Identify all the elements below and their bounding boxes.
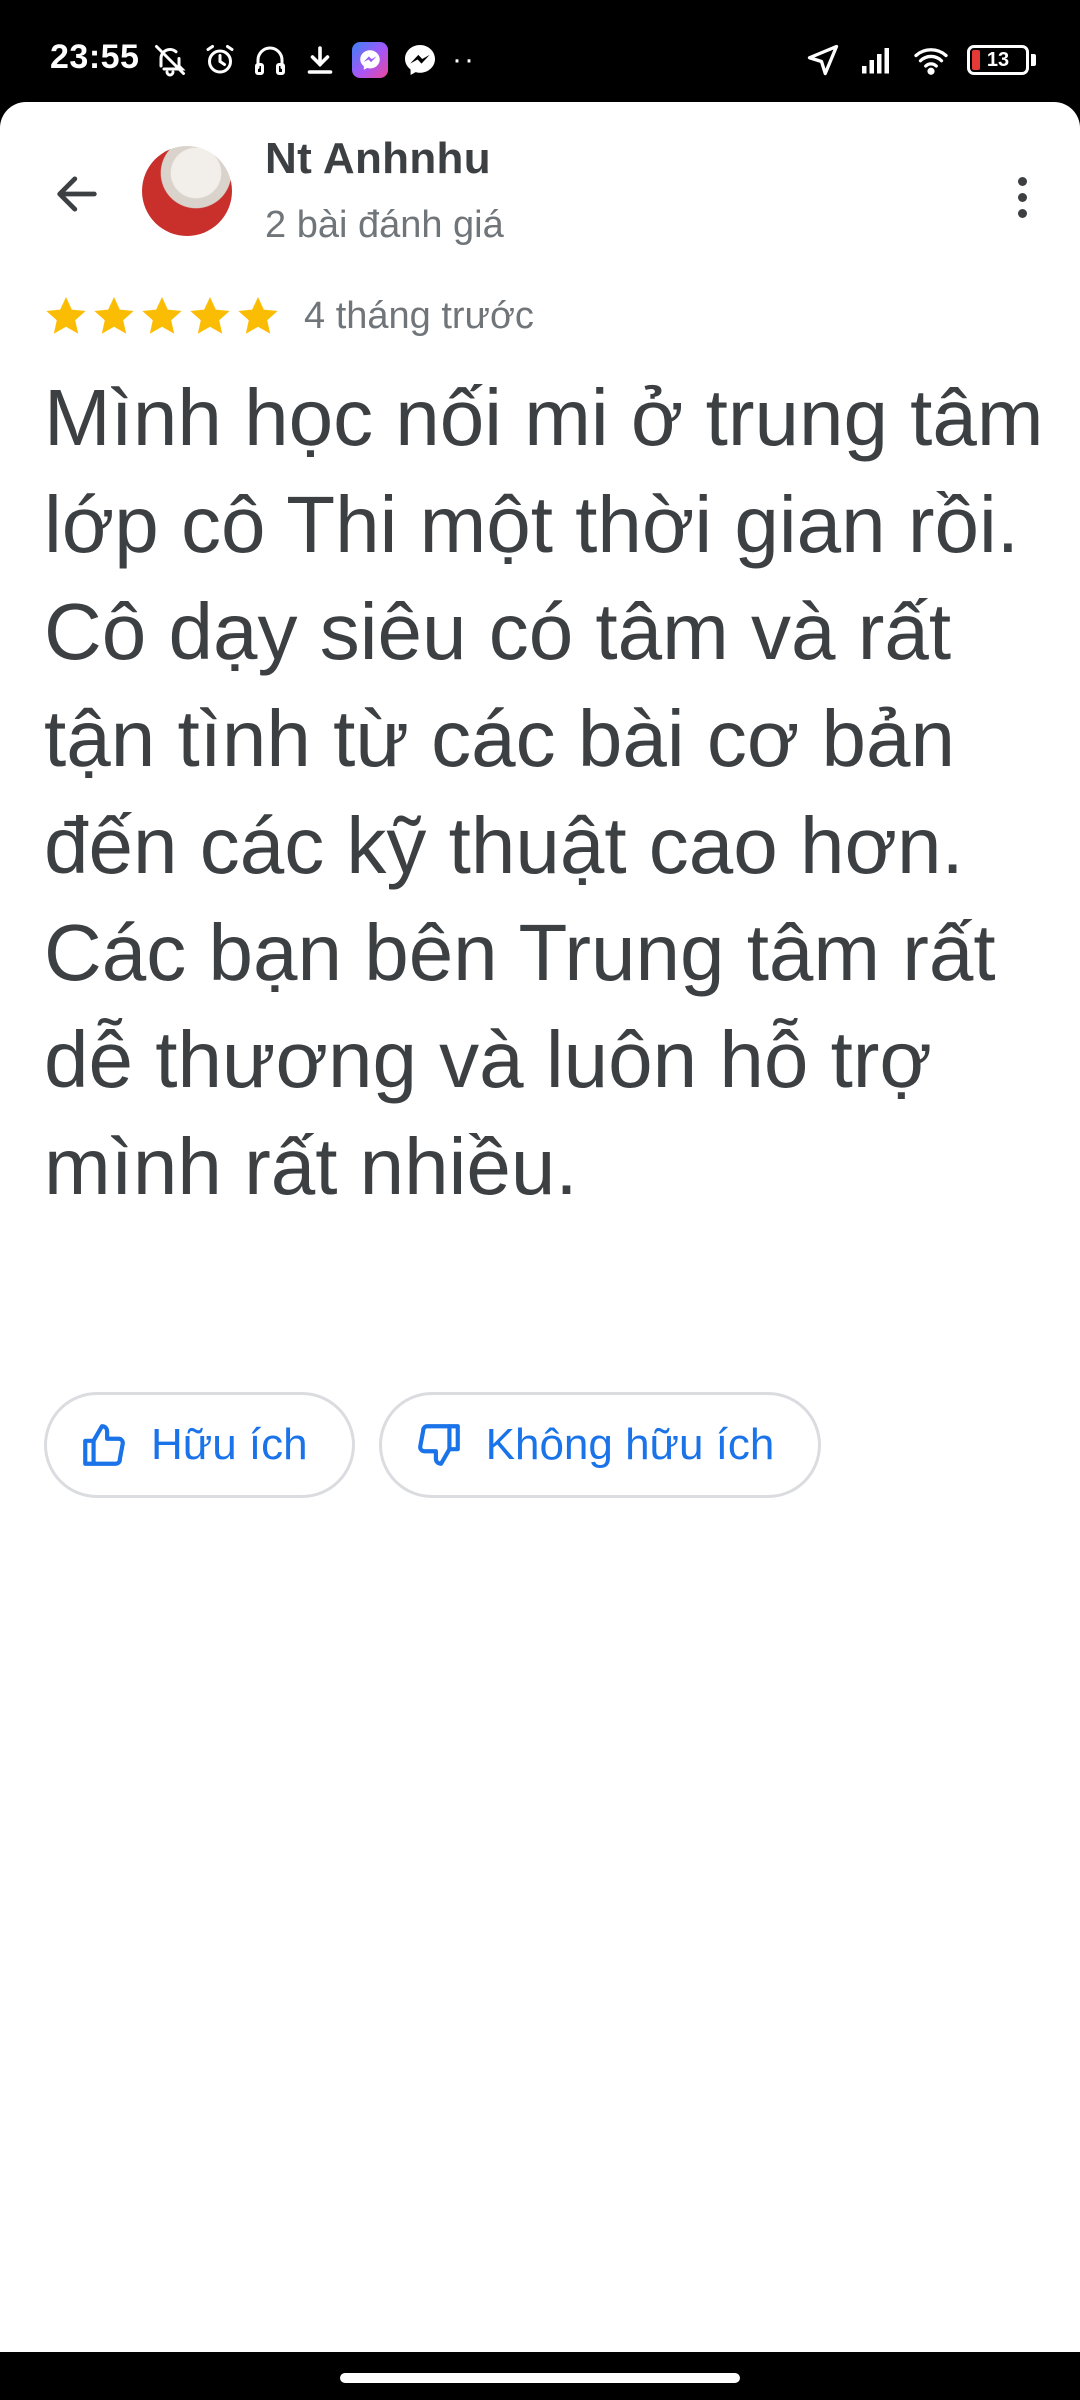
more-vert-icon[interactable]	[992, 162, 1052, 232]
status-notification-icons: ··	[152, 40, 476, 80]
battery-cap	[1031, 54, 1036, 66]
reviewer-avatar[interactable]	[142, 146, 232, 236]
headphones-icon	[255, 46, 285, 75]
star-icon	[142, 297, 182, 334]
review-date: 4 tháng trước	[304, 294, 534, 337]
review-text: Mình học nối mi ở trung tâm lớp cô Thi m…	[44, 373, 1044, 1211]
battery-icon: 13	[967, 45, 1029, 75]
star-icon	[94, 297, 134, 334]
thumb-up-icon	[83, 1424, 125, 1466]
screen: 23:55 ·· 13 Nt Anhnhu 2 bài đánh giá 4 t…	[0, 0, 1080, 2400]
messenger-icon	[352, 42, 388, 78]
more-notifications-icon: ··	[452, 43, 476, 76]
review-actions: Hữu ích Không hữu ích	[44, 1392, 822, 1498]
status-system-icons: 13	[805, 40, 1036, 80]
helpful-label: Hữu ích	[151, 1420, 308, 1469]
star-icon	[190, 297, 230, 334]
messenger-outline-icon	[405, 45, 435, 75]
signal-icon	[862, 48, 889, 74]
home-indicator[interactable]	[340, 2373, 740, 2383]
arrow-left-icon	[57, 176, 97, 212]
alarm-icon	[206, 45, 234, 74]
mute-icon	[155, 45, 186, 77]
thumb-down-icon	[417, 1424, 460, 1466]
status-bar: 23:55 ·· 13	[0, 0, 1080, 100]
star-icon	[46, 297, 86, 334]
review-sheet: Nt Anhnhu 2 bài đánh giá 4 tháng trước M…	[0, 102, 1080, 2352]
helpful-button[interactable]: Hữu ích	[44, 1392, 355, 1498]
download-icon	[307, 46, 333, 74]
wifi-icon	[914, 48, 948, 75]
status-time: 23:55	[50, 38, 140, 76]
star-icon	[238, 297, 278, 334]
reviewer-name[interactable]: Nt Anhnhu	[265, 134, 491, 184]
battery-percent: 13	[986, 48, 1010, 71]
not-helpful-button[interactable]: Không hữu ích	[378, 1392, 822, 1498]
battery-level	[972, 50, 980, 70]
reviewer-review-count: 2 bài đánh giá	[265, 204, 504, 246]
not-helpful-label: Không hữu ích	[485, 1420, 775, 1469]
back-button[interactable]	[40, 157, 114, 231]
rating-row: 4 tháng trước	[42, 292, 534, 340]
location-icon	[807, 44, 839, 76]
